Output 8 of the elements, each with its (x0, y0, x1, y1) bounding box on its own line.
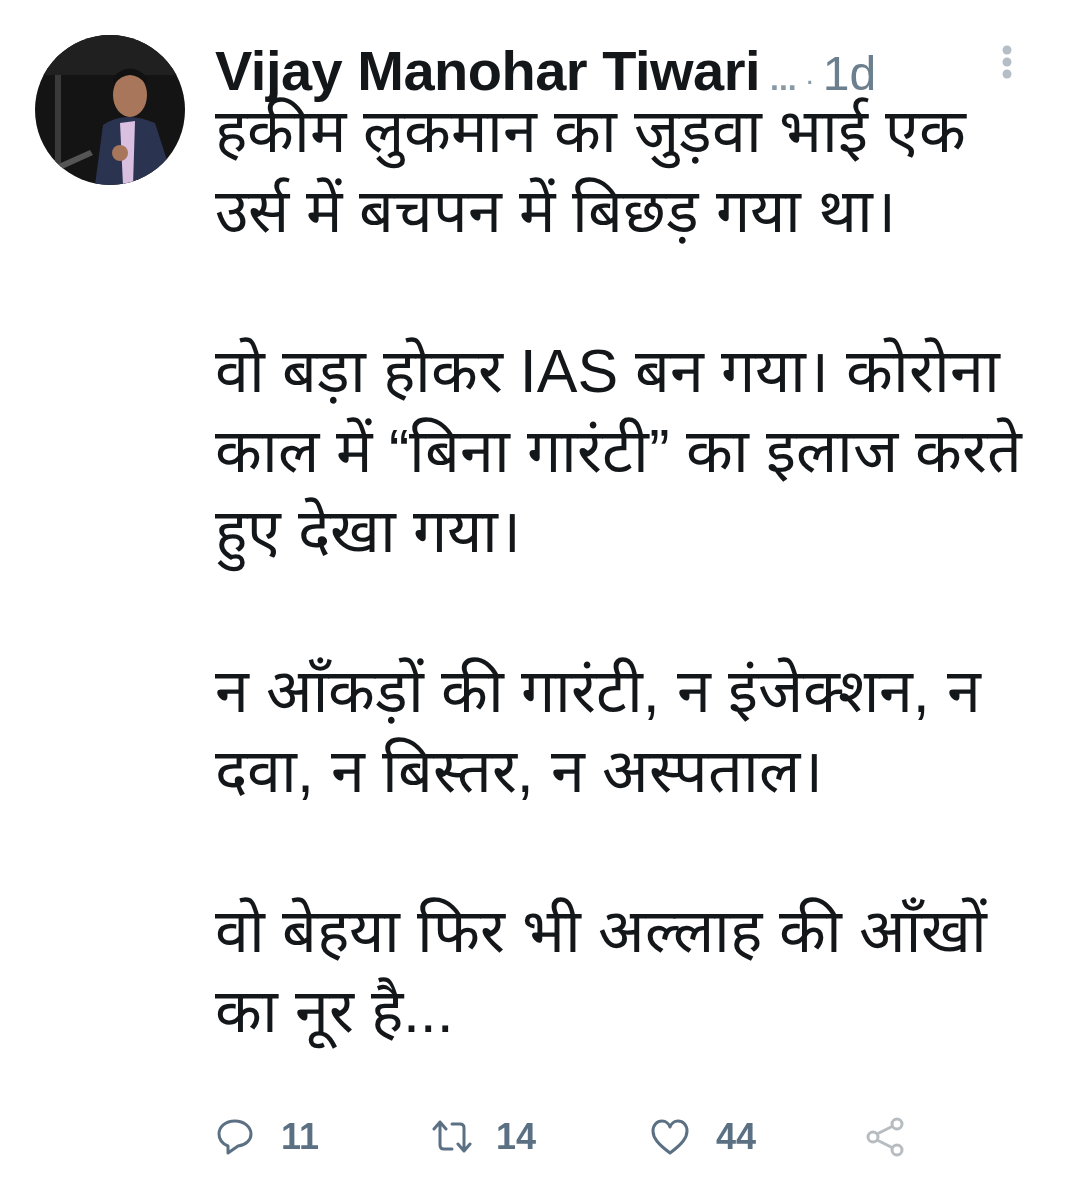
ellipsis: ... (770, 60, 797, 97)
tweet-paragraph: न आँकड़ों की गारंटी, न इंजेक्शन, न दवा, न बिस्तर, न अस्पताल। (215, 656, 983, 807)
tweet-paragraph: वो बेहया फिर भी अल्लाह की आँखों का नूर है... (215, 891, 1045, 1051)
retweet-count: 14 (496, 1115, 537, 1159)
like-count: 44 (716, 1115, 757, 1159)
tweet-paragraph: वो बड़ा होकर IAS बन गया। कोरोना काल में “बिना गारंटी” का इलाज करते हुए देखा गया। (215, 331, 1045, 571)
separator: · (804, 62, 815, 97)
reply-count: 11 (281, 1115, 320, 1159)
